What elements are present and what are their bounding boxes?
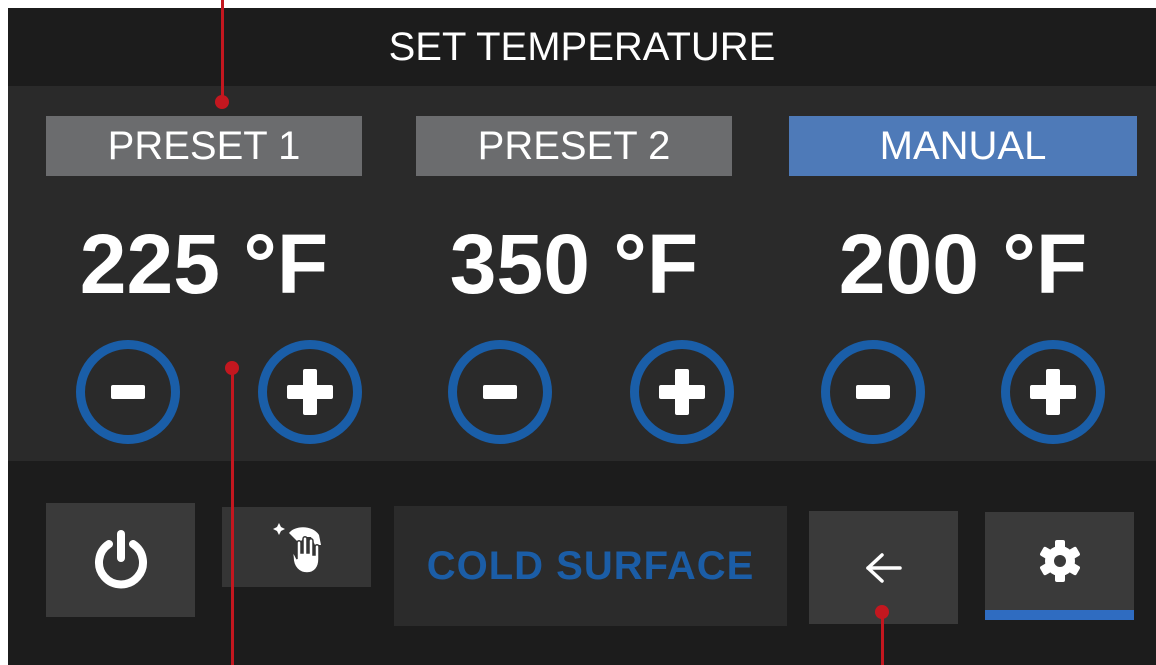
preset-1-column: PRESET 1 225 °F	[46, 116, 362, 444]
preset-2-column: PRESET 2 350 °F	[416, 116, 734, 444]
settings-button[interactable]	[985, 512, 1134, 610]
plus-icon	[1030, 369, 1076, 415]
preset-2-decrease-button[interactable]	[448, 340, 552, 444]
power-button[interactable]	[46, 503, 195, 617]
callout-line-top	[221, 0, 224, 100]
manual-increase-button[interactable]	[1001, 340, 1105, 444]
tab-preset-1[interactable]: PRESET 1	[46, 116, 362, 176]
gear-icon	[1039, 540, 1080, 582]
plus-icon	[659, 369, 705, 415]
minus-icon	[856, 385, 890, 399]
tab-manual[interactable]: MANUAL	[789, 116, 1137, 176]
manual-column: MANUAL 200 °F	[789, 116, 1137, 444]
settings-selected-indicator	[985, 610, 1134, 620]
callout-line-middle	[231, 368, 234, 665]
callout-dot-middle	[225, 361, 239, 375]
minus-icon	[111, 385, 145, 399]
page-title: SET TEMPERATURE	[8, 8, 1156, 88]
cleaning-icon	[272, 523, 321, 574]
cleaning-button[interactable]	[222, 507, 371, 587]
back-arrow-icon	[865, 552, 902, 583]
tab-preset-2[interactable]: PRESET 2	[416, 116, 732, 176]
preset-1-increase-button[interactable]	[258, 340, 362, 444]
manual-decrease-button[interactable]	[821, 340, 925, 444]
minus-icon	[483, 385, 517, 399]
preset-2-temperature: 350 °F	[449, 217, 699, 311]
callout-line-bottom	[881, 612, 884, 665]
preset-1-temperature: 225 °F	[79, 217, 329, 311]
preset-2-increase-button[interactable]	[630, 340, 734, 444]
callout-dot-bottom	[875, 605, 889, 619]
power-icon	[94, 530, 147, 589]
plus-icon	[287, 369, 333, 415]
callout-dot-top	[215, 95, 229, 109]
temperature-panel: PRESET 1 225 °F PRESET 2 350 °F MANUAL 2…	[8, 86, 1156, 461]
manual-temperature: 200 °F	[838, 217, 1088, 311]
preset-1-decrease-button[interactable]	[76, 340, 180, 444]
surface-status-label: COLD SURFACE	[394, 506, 787, 626]
